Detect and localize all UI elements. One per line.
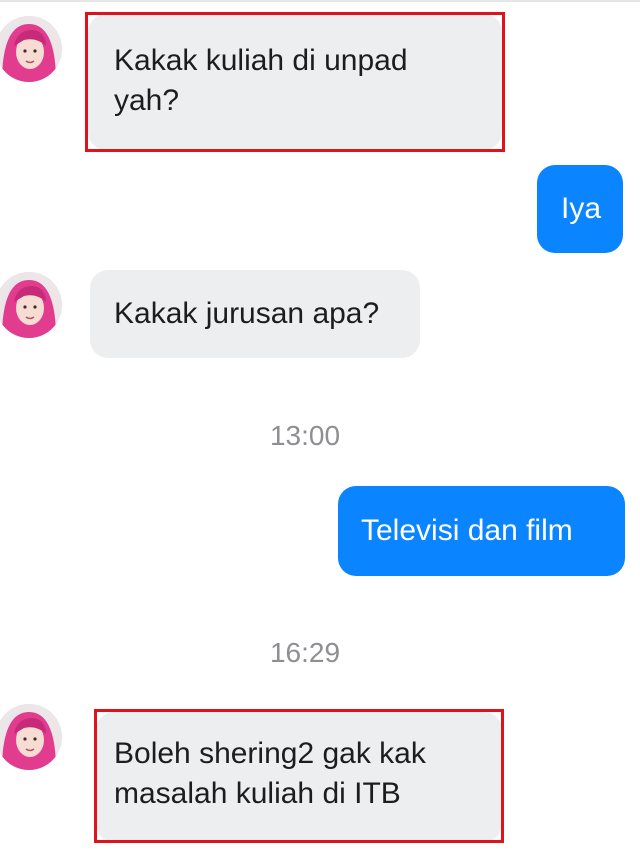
message-bubble-incoming[interactable]: Kakak jurusan apa? — [90, 270, 420, 358]
message-bubble-incoming[interactable]: Boleh shering2 gak kak masalah kuliah di… — [96, 712, 502, 842]
message-text: Kakak kuliah di unpad — [114, 44, 408, 77]
timestamp: 13:00 — [269, 420, 341, 451]
message-text: Televisi dan film — [361, 514, 573, 547]
avatar-icon — [0, 704, 62, 770]
message-text: Kakak jurusan apa? — [114, 297, 380, 330]
contact-avatar[interactable] — [0, 704, 62, 770]
message-text: yah? — [114, 84, 180, 117]
top-divider — [0, 0, 640, 2]
message-text: Iya — [561, 192, 602, 225]
timestamp: 16:29 — [269, 637, 341, 668]
message-bubble-outgoing[interactable]: Iya — [537, 165, 623, 253]
message-bubble-incoming[interactable]: Kakak kuliah di unpad yah? — [88, 14, 502, 150]
avatar-icon — [0, 16, 62, 82]
message-text: masalah kuliah di ITB — [114, 777, 401, 810]
message-bubble-outgoing[interactable]: Televisi dan film — [338, 486, 625, 576]
avatar-icon — [0, 272, 62, 338]
contact-avatar[interactable] — [0, 272, 62, 338]
contact-avatar[interactable] — [0, 16, 62, 82]
message-text: Boleh shering2 gak kak — [114, 737, 426, 770]
